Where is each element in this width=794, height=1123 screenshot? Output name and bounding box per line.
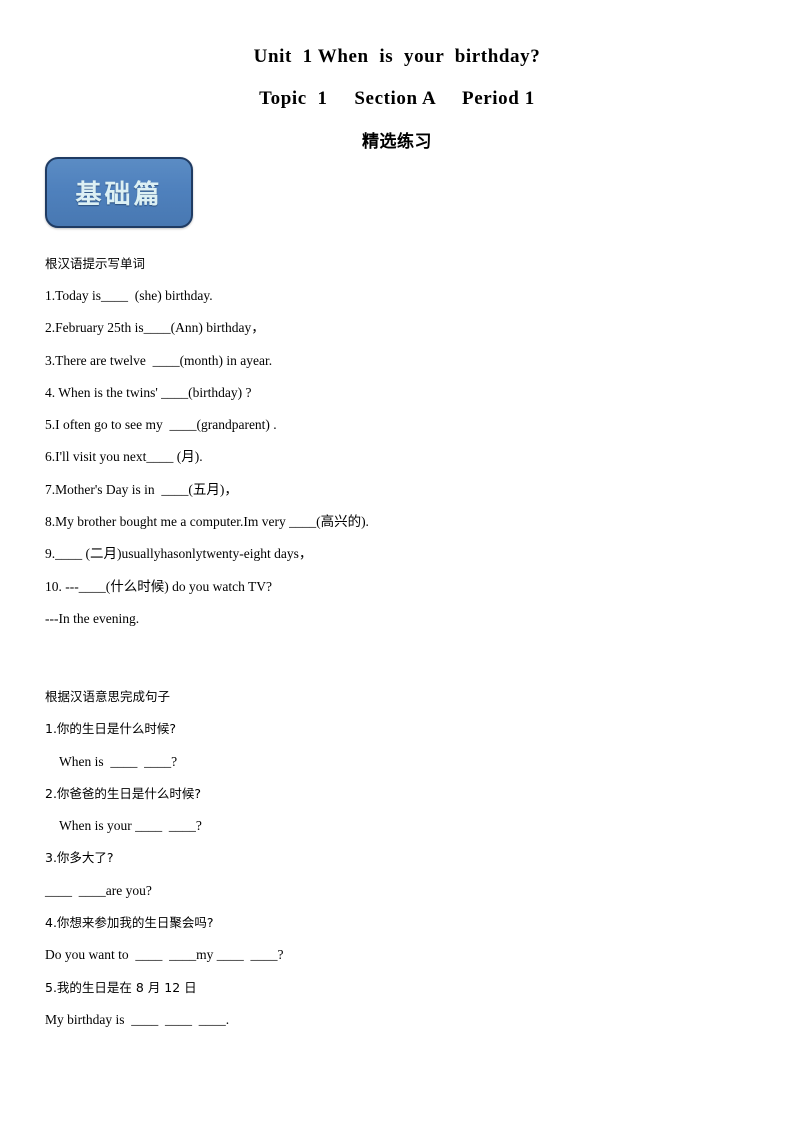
question-item: 3.你多大了? (45, 850, 114, 866)
question-item: 9.____ (二月)usuallyhasonlytwenty-eight da… (45, 546, 313, 562)
page-title: Unit 1 When is your birthday? (253, 46, 541, 67)
question-item: 5.I often go to see my ____(grandparent)… (45, 417, 277, 433)
exercise-content: 根汉语提示写单词 1.Today is____ (she) birthday. … (45, 256, 745, 1028)
section-2-heading: 根据汉语意思完成句子 (45, 689, 171, 705)
section-divider (45, 643, 745, 689)
question-answer-line: Do you want to ____ ____my ____ ____? (45, 947, 284, 963)
question-item: 1.Today is____ (she) birthday. (45, 288, 213, 303)
title-block: Unit 1 When is your birthday? Topic 1 Se… (0, 44, 794, 154)
question-item: 4.你想来参加我的生日聚会吗? (45, 915, 214, 931)
section-1-heading: 根汉语提示写单词 (45, 256, 146, 271)
question-item: 10. ---____(什么时候) do you watch TV? (45, 578, 272, 594)
question-answer-line: When is your ____ ____? (59, 818, 202, 834)
question-answer-line: My birthday is ____ ____ ____. (45, 1011, 230, 1027)
level-badge-label: 基础篇 (75, 180, 163, 210)
question-answer-line: When is ____ ____? (59, 753, 178, 769)
question-item: 6.I'll visit you next____ (月). (45, 449, 203, 465)
question-item: 8.My brother bought me a computer.Im ver… (45, 514, 369, 530)
question-item: 4. When is the twins' ____(birthday) ? (45, 384, 252, 400)
question-answer-line: ---In the evening. (45, 610, 140, 626)
question-item: 2.February 25th is____(Ann) birthday， (45, 320, 265, 336)
question-item: 1.你的生日是什么时候? (45, 721, 177, 737)
page-title-cn: 精选练习 (362, 132, 432, 152)
document-page: Unit 1 When is your birthday? Topic 1 Se… (0, 0, 794, 1123)
question-item: 5.我的生日是在 8 月 12 日 (45, 979, 197, 995)
question-answer-line: ____ ____are you? (45, 882, 152, 898)
question-item: 3.There are twelve ____(month) in ayear. (45, 352, 273, 368)
question-item: 2.你爸爸的生日是什么时候? (45, 785, 202, 801)
level-badge: 基础篇 (45, 157, 193, 228)
page-subtitle: Topic 1 Section A Period 1 (259, 88, 535, 109)
question-item: 7.Mother's Day is in ____(五月)， (45, 481, 238, 497)
